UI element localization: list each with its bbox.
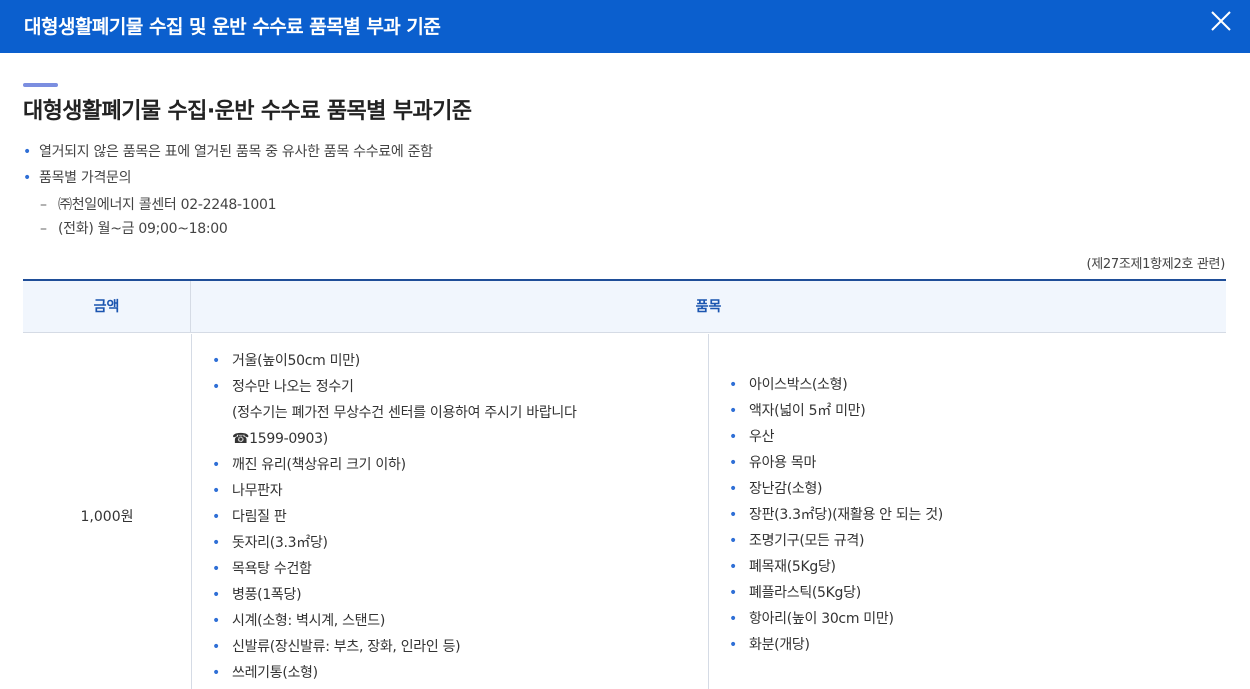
list-item: • 폐플라스틱(5Kg당): [729, 580, 943, 606]
list-item-text: 우산: [749, 429, 775, 445]
list-item-text: 화분(개당): [749, 637, 810, 653]
list-item-text: 다림질 판: [232, 509, 287, 525]
bullet-dot-icon: •: [212, 665, 220, 681]
list-item-text: 병풍(1폭당): [232, 587, 302, 603]
right-item-list: • 아이스박스(소형) • 액자(넓이 5㎡ 미만) • 우산 • 유아용 목마 • 장난감(소형…: [729, 372, 943, 658]
column-divider: [708, 334, 709, 689]
list-item-text: 목욕탕 수건함: [232, 561, 312, 577]
bullet-dot-icon: •: [212, 483, 220, 499]
modal-header: 대형생활폐기물 수집 및 운반 수수료 품목별 부과 기준: [0, 0, 1250, 53]
list-item-text: 깨진 유리(책상유리 크기 이하): [232, 457, 406, 473]
bullet-dot-icon: •: [212, 379, 220, 395]
list-item-text: 거울(높이50cm 미만): [232, 353, 360, 369]
list-item: • 다림질 판: [212, 504, 577, 530]
bullet-dot-icon: •: [729, 585, 737, 601]
dash-icon: –: [40, 197, 47, 213]
list-item-text: 액자(넓이 5㎡ 미만): [749, 403, 866, 419]
list-item-text: (정수기는 폐가전 무상수건 센터를 이용하여 주시기 바랍니다: [232, 405, 577, 421]
list-item: • 액자(넓이 5㎡ 미만): [729, 398, 943, 424]
list-item-text: 쓰레기통(소형): [232, 665, 318, 681]
bullet-dot-icon: •: [212, 639, 220, 655]
bullet-dot-icon: •: [729, 507, 737, 523]
bullet-dot-icon: •: [212, 535, 220, 551]
list-item: • 병풍(1폭당): [212, 582, 577, 608]
bullet-dot-icon: •: [23, 170, 31, 186]
list-item-text: 나무판자: [232, 483, 283, 499]
dash-icon: –: [40, 221, 47, 237]
list-item-text: 폐목재(5Kg당): [749, 559, 836, 575]
list-item: • 장판(3.3㎡당)(재활용 안 되는 것): [729, 502, 943, 528]
list-item-text: 항아리(높이 30cm 미만): [749, 611, 894, 627]
bullet-dot-icon: •: [729, 559, 737, 575]
bullet-dot-icon: •: [212, 509, 220, 525]
list-item-text: 신발류(장신발류: 부츠, 장화, 인라인 등): [232, 639, 461, 655]
list-item: • 폐목재(5Kg당): [729, 554, 943, 580]
list-item: • 화분(개당): [729, 632, 943, 658]
header-items: 품목: [695, 299, 722, 315]
subnote-text: (전화) 월~금 09;00~18:00: [58, 221, 228, 237]
list-item-text: 시계(소형: 벽시계, 스탠드): [232, 613, 385, 629]
bullet-dot-icon: •: [729, 481, 737, 497]
list-item-text: 폐플라스틱(5Kg당): [749, 585, 861, 601]
subnote-text: ㈜천일에너지 콜센터 02-2248-1001: [58, 197, 277, 213]
modal-title: 대형생활폐기물 수집 및 운반 수수료 품목별 부과 기준: [24, 16, 441, 38]
note-text: 품목별 가격문의: [39, 170, 132, 186]
list-item: (정수기는 폐가전 무상수건 센터를 이용하여 주시기 바랍니다: [212, 400, 577, 426]
list-item: • 돗자리(3.3㎡당): [212, 530, 577, 556]
list-item-text: 장판(3.3㎡당)(재활용 안 되는 것): [749, 507, 943, 523]
bullet-dot-icon: •: [729, 637, 737, 653]
bullet-dot-icon: •: [212, 457, 220, 473]
table-header-row: 금액 품목: [23, 281, 1226, 333]
bullet-dot-icon: •: [729, 533, 737, 549]
bullet-dot-icon: •: [23, 144, 31, 160]
list-item: • 조명기구(모든 규격): [729, 528, 943, 554]
left-item-list: • 거울(높이50cm 미만) • 정수만 나오는 정수기 (정수기는 폐가전 무상수건…: [212, 348, 577, 686]
note-item: • 열거되지 않은 품목은 표에 열거된 품목 중 유사한 품목 수수료에 준함: [23, 141, 433, 161]
list-item: • 쓰레기통(소형): [212, 660, 577, 686]
bullet-dot-icon: •: [212, 613, 220, 629]
fee-table: 금액 품목 1,000원 • 거울(높이50cm 미만) • 정수만 나오는 정수기 (…: [23, 279, 1226, 689]
bullet-dot-icon: •: [729, 377, 737, 393]
list-item: • 신발류(장신발류: 부츠, 장화, 인라인 등): [212, 634, 577, 660]
legal-reference: (제27조제1항제2호 관련): [1086, 257, 1225, 272]
title-accent-bar: [23, 83, 58, 87]
list-item-text: 정수만 나오는 정수기: [232, 379, 354, 395]
close-icon: [1211, 11, 1231, 31]
list-item: • 장난감(소형): [729, 476, 943, 502]
subnote-item: – (전화) 월~금 09;00~18:00: [40, 218, 228, 238]
bullet-dot-icon: •: [212, 353, 220, 369]
bullet-dot-icon: •: [729, 455, 737, 471]
bullet-dot-icon: •: [729, 403, 737, 419]
bullet-dot-icon: •: [729, 429, 737, 445]
list-item: • 깨진 유리(책상유리 크기 이하): [212, 452, 577, 478]
list-item: • 아이스박스(소형): [729, 372, 943, 398]
list-item-text: 조명기구(모든 규격): [749, 533, 865, 549]
list-item: ☎1599-0903): [212, 426, 577, 452]
page-title: 대형생활폐기물 수집·운반 수수료 품목별 부과기준: [23, 99, 472, 124]
list-item: • 거울(높이50cm 미만): [212, 348, 577, 374]
list-item: • 정수만 나오는 정수기: [212, 374, 577, 400]
list-item: • 나무판자: [212, 478, 577, 504]
list-item: • 유아용 목마: [729, 450, 943, 476]
list-item: • 시계(소형: 벽시계, 스탠드): [212, 608, 577, 634]
bullet-dot-icon: •: [212, 587, 220, 603]
list-item-text: ☎1599-0903): [232, 431, 328, 447]
bullet-dot-icon: •: [729, 611, 737, 627]
list-item-text: 장난감(소형): [749, 481, 823, 497]
list-item-text: 아이스박스(소형): [749, 377, 848, 393]
list-item-text: 돗자리(3.3㎡당): [232, 535, 328, 551]
subnote-item: – ㈜천일에너지 콜센터 02-2248-1001: [40, 194, 277, 214]
column-divider: [191, 334, 192, 689]
list-item: • 우산: [729, 424, 943, 450]
list-item-text: 유아용 목마: [749, 455, 817, 471]
note-text: 열거되지 않은 품목은 표에 열거된 품목 중 유사한 품목 수수료에 준함: [39, 144, 433, 160]
bullet-dot-icon: •: [212, 561, 220, 577]
close-button[interactable]: [1207, 8, 1235, 36]
price-cell: 1,000원: [80, 509, 134, 525]
note-item: • 품목별 가격문의: [23, 167, 132, 187]
header-price: 금액: [23, 281, 191, 333]
list-item: • 목욕탕 수건함: [212, 556, 577, 582]
list-item: • 항아리(높이 30cm 미만): [729, 606, 943, 632]
